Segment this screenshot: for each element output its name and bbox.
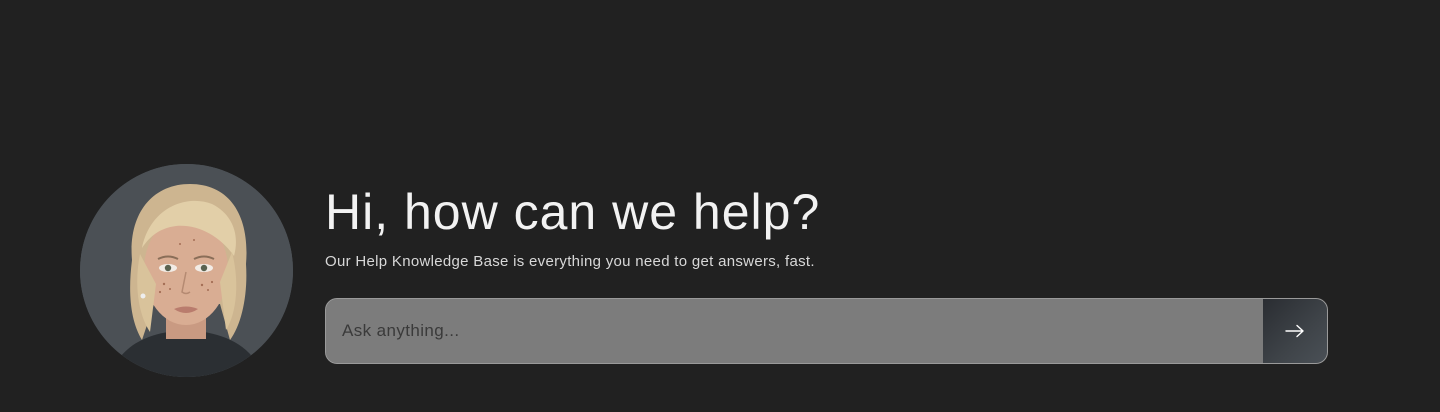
search-input[interactable]: [326, 299, 1263, 363]
support-agent-avatar: [80, 164, 293, 377]
search-bar: [325, 298, 1328, 364]
arrow-right-icon: [1285, 324, 1304, 338]
search-submit-button[interactable]: [1263, 299, 1327, 363]
page-title: Hi, how can we help?: [325, 184, 821, 240]
page-subtitle: Our Help Knowledge Base is everything yo…: [325, 253, 815, 270]
person-portrait-icon: [80, 164, 293, 377]
help-hero: Hi, how can we help? Our Help Knowledge …: [0, 0, 1440, 412]
